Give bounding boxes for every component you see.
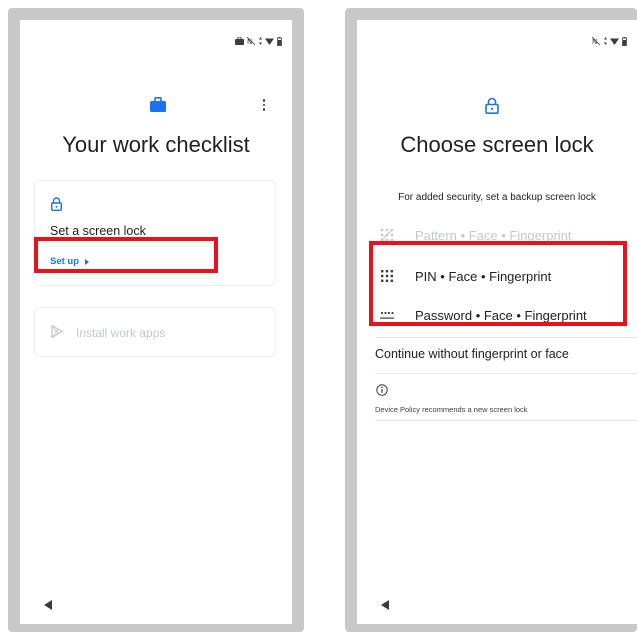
status-bar: N (592, 36, 627, 46)
wifi-icon (265, 38, 274, 45)
back-icon[interactable] (381, 600, 389, 610)
info-text: Device Policy recommends a new screen lo… (375, 405, 528, 414)
vibrate-off-icon: N (247, 37, 256, 45)
battery-icon (622, 36, 627, 46)
lock-icon (51, 197, 62, 211)
info-icon (376, 384, 388, 396)
continue-without-biometrics[interactable]: Continue without fingerprint or face (357, 336, 637, 372)
status-bar: N (235, 36, 282, 46)
more-options-icon[interactable] (262, 99, 266, 111)
play-store-icon (51, 325, 63, 338)
install-apps-label: Install work apps (76, 326, 166, 340)
divider (375, 420, 637, 421)
battery-icon (277, 36, 282, 46)
screen-lock-label: Set a screen lock (50, 224, 146, 238)
divider (375, 373, 637, 374)
right-phone-frame: N Choose screen lock For added security,… (345, 8, 637, 632)
work-checklist-screen: N Your work checklist Set a screen lock … (20, 20, 292, 624)
data-arrows-icon (604, 37, 607, 45)
highlight-set-up (34, 237, 218, 273)
back-icon[interactable] (44, 600, 52, 610)
briefcase-header-icon (150, 97, 166, 112)
left-phone-frame: N Your work checklist Set a screen lock … (8, 8, 304, 632)
install-apps-card: Install work apps (34, 307, 276, 357)
vibrate-off-icon: N (592, 37, 601, 45)
subtitle: For added security, set a backup screen … (398, 192, 596, 203)
wifi-icon (610, 38, 619, 45)
data-arrows-icon (259, 37, 262, 45)
highlight-pin-password (369, 241, 627, 326)
pattern-icon (371, 228, 403, 242)
page-title: Your work checklist (62, 132, 250, 157)
page-title: Choose screen lock (400, 132, 594, 157)
lock-header-icon (485, 97, 499, 114)
continue-label: Continue without fingerprint or face (375, 347, 569, 361)
briefcase-status-icon (235, 37, 244, 45)
